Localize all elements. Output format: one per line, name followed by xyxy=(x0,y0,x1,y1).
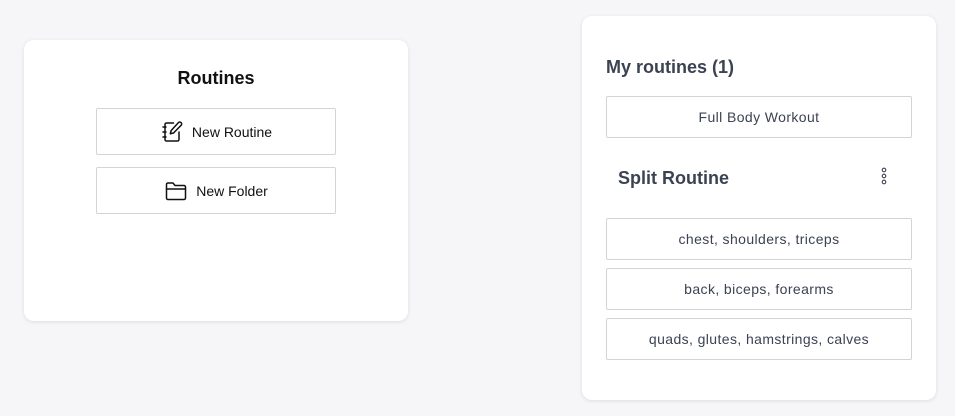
folder-menu-button[interactable] xyxy=(874,166,894,190)
vertical-dots-icon xyxy=(881,167,887,190)
routine-item-full-body-workout[interactable]: Full Body Workout xyxy=(606,96,912,138)
new-routine-label: New Routine xyxy=(191,123,273,140)
folder-title-split-routine: Split Routine xyxy=(618,168,729,188)
routine-item-label: Full Body Workout xyxy=(698,109,820,125)
folder-icon xyxy=(164,179,188,203)
routine-item-quads-glutes-hamstrings-calves[interactable]: quads, glutes, hamstrings, calves xyxy=(606,318,912,360)
notebook-pen-icon xyxy=(160,120,184,144)
new-folder-button[interactable]: New Folder xyxy=(96,167,336,214)
routine-item-label: chest, shoulders, triceps xyxy=(678,231,840,247)
routines-panel: Routines New Routine New Folder xyxy=(24,40,408,321)
routines-title: Routines xyxy=(177,68,255,88)
new-folder-label: New Folder xyxy=(196,182,268,199)
routine-item-back-biceps-forearms[interactable]: back, biceps, forearms xyxy=(606,268,912,310)
routine-item-label: quads, glutes, hamstrings, calves xyxy=(648,331,870,347)
my-routines-title: My routines (1) xyxy=(606,57,735,77)
new-routine-button[interactable]: New Routine xyxy=(96,108,336,155)
routine-item-label: back, biceps, forearms xyxy=(684,281,834,297)
routine-item-chest-shoulders-triceps[interactable]: chest, shoulders, triceps xyxy=(606,218,912,260)
my-routines-panel: My routines (1) Full Body Workout Split … xyxy=(582,16,936,400)
